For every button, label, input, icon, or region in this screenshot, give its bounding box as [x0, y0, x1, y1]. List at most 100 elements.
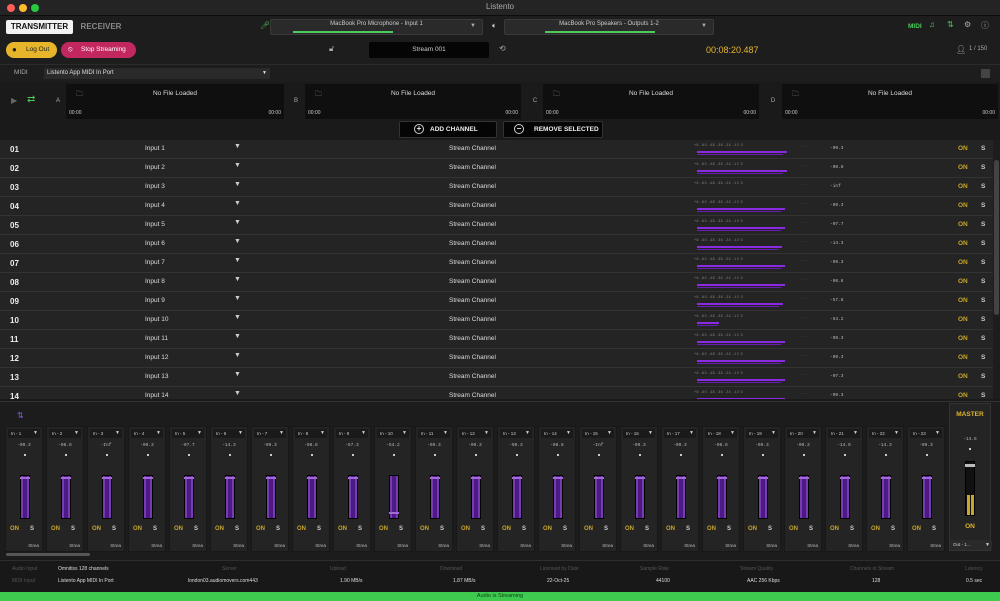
strip-solo-button[interactable]: S — [481, 526, 485, 532]
strip-on-button[interactable]: ON — [502, 526, 511, 532]
strip-solo-button[interactable]: S — [522, 526, 526, 532]
strip-on-button[interactable]: ON — [789, 526, 798, 532]
strip-solo-button[interactable]: S — [932, 526, 936, 532]
strip-on-button[interactable]: ON — [338, 526, 347, 532]
chevron-down-icon[interactable]: ▼ — [234, 181, 241, 188]
channel-solo-button[interactable]: S — [981, 259, 985, 266]
master-fader-cap[interactable] — [965, 464, 975, 467]
channel-solo-button[interactable]: S — [981, 240, 985, 247]
strip-input-select[interactable]: In - 17 ▼ — [664, 429, 696, 438]
strip-input-select[interactable]: In - 2 ▼ — [49, 429, 81, 438]
channel-solo-button[interactable]: S — [981, 278, 985, 285]
strip-input-select[interactable]: In - 4 ▼ — [131, 429, 163, 438]
scrollbar-thumb[interactable] — [994, 160, 999, 315]
fader-cap[interactable] — [471, 477, 481, 479]
tab-receiver[interactable]: RECEIVER — [75, 20, 127, 34]
fader-cap[interactable] — [553, 477, 563, 479]
channel-row[interactable]: 02 Input 2 ▼ Stream Channel +6 -60 -48 -36 -… — [0, 159, 993, 178]
fader-cap[interactable] — [922, 477, 932, 479]
channel-row[interactable]: 11 Input 11 ▼ Stream Channel +6 -60 -48 -36 … — [0, 330, 993, 349]
strip-fader[interactable] — [102, 475, 112, 519]
strip-input-select[interactable]: In - 12 ▼ — [459, 429, 491, 438]
strip-fader[interactable] — [758, 475, 768, 519]
channel-on-button[interactable]: ON — [958, 297, 968, 304]
chevron-down-icon[interactable]: ▼ — [234, 390, 241, 397]
chevron-down-icon[interactable]: ▼ — [234, 143, 241, 150]
strip-input-select[interactable]: In - 13 ▼ — [500, 429, 532, 438]
input-device-select[interactable]: MacBook Pro Microphone - Input 1 ▼ — [270, 19, 483, 35]
music-note-icon[interactable]: ♫ — [929, 20, 935, 29]
strip-on-button[interactable]: ON — [625, 526, 634, 532]
channel-row[interactable]: 05 Input 5 ▼ Stream Channel +6 -60 -48 -36 -… — [0, 216, 993, 235]
channel-solo-button[interactable]: S — [981, 316, 985, 323]
strip-fader[interactable] — [471, 475, 481, 519]
fader-cap[interactable] — [389, 512, 399, 514]
strip-on-button[interactable]: ON — [666, 526, 675, 532]
fader-cap[interactable] — [799, 477, 809, 479]
chevron-down-icon[interactable]: ▼ — [234, 276, 241, 283]
strip-fader[interactable] — [430, 475, 440, 519]
strip-input-select[interactable]: In - 9 ▼ — [336, 429, 368, 438]
channel-on-button[interactable]: ON — [958, 316, 968, 323]
strip-on-button[interactable]: ON — [830, 526, 839, 532]
strip-solo-button[interactable]: S — [276, 526, 280, 532]
strip-fader[interactable] — [307, 475, 317, 519]
strip-on-button[interactable]: ON — [420, 526, 429, 532]
fader-cap[interactable] — [307, 477, 317, 479]
strip-solo-button[interactable]: S — [645, 526, 649, 532]
stream-name-field[interactable]: Stream 001 — [369, 42, 489, 58]
fader-cap[interactable] — [102, 477, 112, 479]
channel-row[interactable]: 08 Input 8 ▼ Stream Channel +6 -60 -48 -36 -… — [0, 273, 993, 292]
strip-on-button[interactable]: ON — [10, 526, 19, 532]
chevron-down-icon[interactable]: ▼ — [234, 352, 241, 359]
strip-fader[interactable] — [881, 475, 891, 519]
chevron-down-icon[interactable]: ▼ — [234, 238, 241, 245]
strip-solo-button[interactable]: S — [891, 526, 895, 532]
chevron-down-icon[interactable]: ▼ — [234, 162, 241, 169]
fader-cap[interactable] — [840, 477, 850, 479]
strip-on-button[interactable]: ON — [51, 526, 60, 532]
strip-solo-button[interactable]: S — [440, 526, 444, 532]
chevron-down-icon[interactable]: ▼ — [234, 371, 241, 378]
strip-input-select[interactable]: In - 6 ▼ — [213, 429, 245, 438]
chevron-down-icon[interactable]: ▼ — [234, 314, 241, 321]
master-output-select[interactable]: Out - 1... ▼ — [950, 540, 992, 550]
strip-on-button[interactable]: ON — [584, 526, 593, 532]
strip-fader[interactable] — [348, 475, 358, 519]
strip-input-select[interactable]: In - 10 ▼ — [377, 429, 409, 438]
strip-input-select[interactable]: In - 23 ▼ — [910, 429, 942, 438]
strip-solo-button[interactable]: S — [686, 526, 690, 532]
channel-on-button[interactable]: ON — [958, 354, 968, 361]
fader-cap[interactable] — [430, 477, 440, 479]
channel-row[interactable]: 04 Input 4 ▼ Stream Channel +6 -60 -48 -36 -… — [0, 197, 993, 216]
fader-cap[interactable] — [512, 477, 522, 479]
channel-row[interactable]: 09 Input 9 ▼ Stream Channel +6 -60 -48 -36 -… — [0, 292, 993, 311]
channel-solo-button[interactable]: S — [981, 392, 985, 399]
gear-icon[interactable]: ⚙ — [964, 20, 971, 29]
channel-row[interactable]: 07 Input 7 ▼ Stream Channel +6 -60 -48 -36 -… — [0, 254, 993, 273]
channel-row[interactable]: 06 Input 6 ▼ Stream Channel +6 -60 -48 -36 -… — [0, 235, 993, 254]
info-icon[interactable]: ⓘ — [981, 20, 989, 31]
strip-solo-button[interactable]: S — [850, 526, 854, 532]
strip-solo-button[interactable]: S — [153, 526, 157, 532]
strip-solo-button[interactable]: S — [809, 526, 813, 532]
fader-cap[interactable] — [20, 477, 30, 479]
strip-input-select[interactable]: In - 11 ▼ — [418, 429, 450, 438]
strip-solo-button[interactable]: S — [768, 526, 772, 532]
channel-on-button[interactable]: ON — [958, 373, 968, 380]
fader-cap[interactable] — [225, 477, 235, 479]
fader-cap[interactable] — [676, 477, 686, 479]
master-on-button[interactable]: ON — [950, 523, 990, 530]
channel-solo-button[interactable]: S — [981, 164, 985, 171]
strip-fader[interactable] — [512, 475, 522, 519]
strip-on-button[interactable]: ON — [297, 526, 306, 532]
channel-on-button[interactable]: ON — [958, 278, 968, 285]
output-device-select[interactable]: MacBook Pro Speakers - Outputs 1-2 ▼ — [504, 19, 714, 35]
channel-solo-button[interactable]: S — [981, 373, 985, 380]
channel-on-button[interactable]: ON — [958, 145, 968, 152]
channel-on-button[interactable]: ON — [958, 392, 968, 399]
channel-on-button[interactable]: ON — [958, 221, 968, 228]
strip-solo-button[interactable]: S — [194, 526, 198, 532]
fader-cap[interactable] — [881, 477, 891, 479]
chevron-down-icon[interactable]: ▼ — [234, 219, 241, 226]
